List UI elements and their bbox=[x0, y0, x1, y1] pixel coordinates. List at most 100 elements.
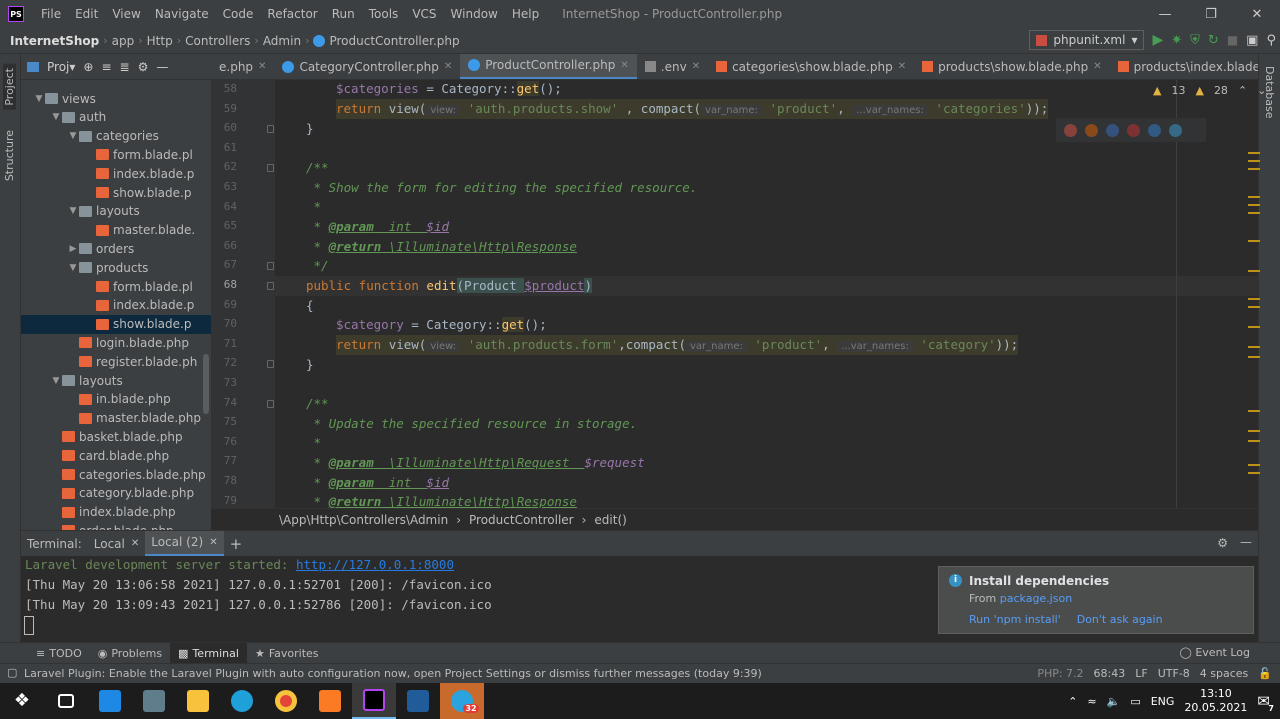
breadcrumb-method[interactable]: edit() bbox=[594, 513, 626, 527]
task-view-icon[interactable] bbox=[44, 683, 88, 719]
telegram-icon[interactable]: 32 bbox=[440, 683, 484, 719]
editor-tab[interactable]: .env ✕ bbox=[637, 54, 708, 79]
mail-icon[interactable] bbox=[88, 683, 132, 719]
chevron-down-icon[interactable]: ▼ bbox=[33, 94, 45, 104]
edge-browser-icon[interactable] bbox=[220, 683, 264, 719]
tree-file[interactable]: master.blade. bbox=[21, 221, 211, 240]
vscode-icon[interactable] bbox=[396, 683, 440, 719]
terminal-tab-local[interactable]: Local ✕ bbox=[88, 531, 146, 557]
close-tab-icon[interactable]: ✕ bbox=[1093, 61, 1101, 72]
indent-setting[interactable]: 4 spaces bbox=[1200, 667, 1249, 680]
expand-all-icon[interactable]: ≡ bbox=[101, 60, 111, 74]
chevron-down-icon[interactable]: ▼ bbox=[67, 263, 79, 273]
tree-folder[interactable]: ▼ products bbox=[21, 258, 211, 277]
file-encoding[interactable]: UTF-8 bbox=[1158, 667, 1190, 680]
wifi-icon[interactable]: ≈ bbox=[1087, 695, 1096, 708]
tree-folder[interactable]: ▼ auth bbox=[21, 108, 211, 127]
error-stripe-mark[interactable] bbox=[1248, 326, 1260, 328]
project-tool-button[interactable]: Project bbox=[3, 64, 16, 110]
editor-tab[interactable]: products\index.blade.php✕ bbox=[1110, 54, 1258, 79]
menu-edit[interactable]: Edit bbox=[68, 7, 105, 21]
terminal-button[interactable]: ▩ Terminal bbox=[170, 642, 247, 664]
tree-file[interactable]: index.blade.p bbox=[21, 164, 211, 183]
problems-button[interactable]: ◉ Problems bbox=[90, 643, 170, 664]
menu-tools[interactable]: Tools bbox=[362, 7, 406, 21]
tree-file[interactable]: show.blade.p bbox=[21, 314, 211, 334]
fold-toggle-icon[interactable] bbox=[267, 262, 274, 271]
tree-file[interactable]: category.blade.php bbox=[21, 484, 211, 503]
error-stripe-mark[interactable] bbox=[1248, 240, 1260, 242]
close-icon[interactable]: ✕ bbox=[131, 538, 139, 549]
debug-icon[interactable]: ✷ bbox=[1171, 33, 1182, 48]
package-json-link[interactable]: package.json bbox=[1000, 592, 1072, 605]
code-editor[interactable]: $categories = Category::get(); return vi… bbox=[275, 80, 1258, 508]
locate-icon[interactable]: ⊕ bbox=[83, 60, 93, 74]
editor-tab[interactable]: categories\show.blade.php ✕ bbox=[708, 54, 914, 79]
error-stripe-mark[interactable] bbox=[1248, 472, 1260, 474]
error-stripe-mark[interactable] bbox=[1248, 152, 1260, 154]
chrome-browser-icon[interactable] bbox=[264, 683, 308, 719]
firefox-icon[interactable] bbox=[1085, 123, 1098, 137]
menu-run[interactable]: Run bbox=[325, 7, 362, 21]
tree-folder[interactable]: ▼ views bbox=[21, 89, 211, 108]
tree-file[interactable]: card.blade.php bbox=[21, 446, 211, 465]
close-icon[interactable]: ✕ bbox=[209, 537, 217, 548]
project-scrollbar[interactable] bbox=[203, 354, 209, 414]
nav-crumb-admin[interactable]: Admin bbox=[259, 34, 305, 48]
menu-vcs[interactable]: VCS bbox=[405, 7, 443, 21]
tree-file[interactable]: in.blade.php bbox=[21, 390, 211, 409]
gear-icon[interactable]: ⚙ bbox=[138, 60, 149, 74]
menu-file[interactable]: File bbox=[34, 7, 68, 21]
tree-file[interactable]: order.blade.php bbox=[21, 521, 211, 530]
run-npm-install-link[interactable]: Run 'npm install' bbox=[969, 613, 1061, 626]
menu-code[interactable]: Code bbox=[216, 7, 261, 21]
menu-refactor[interactable]: Refactor bbox=[260, 7, 324, 21]
error-stripe-mark[interactable] bbox=[1248, 440, 1260, 442]
error-stripe-mark[interactable] bbox=[1248, 204, 1260, 206]
phpstorm-taskbar-icon[interactable] bbox=[352, 683, 396, 719]
nav-crumb-file[interactable]: ProductController.php bbox=[325, 34, 463, 48]
close-tab-icon[interactable]: ✕ bbox=[444, 61, 452, 72]
chevron-down-icon[interactable]: ▼ bbox=[50, 376, 62, 386]
dont-ask-again-link[interactable]: Don't ask again bbox=[1077, 613, 1163, 626]
server-url-link[interactable]: http://127.0.0.1:8000 bbox=[296, 557, 454, 572]
lock-icon[interactable]: 🔓 bbox=[1258, 667, 1272, 680]
safari-icon[interactable] bbox=[1106, 123, 1119, 137]
todo-button[interactable]: ≡ TODO bbox=[28, 643, 90, 664]
menu-help[interactable]: Help bbox=[505, 7, 546, 21]
stop-icon[interactable]: ■ bbox=[1227, 33, 1238, 47]
tree-file[interactable]: basket.blade.php bbox=[21, 427, 211, 446]
php-version[interactable]: PHP: 7.2 bbox=[1037, 667, 1083, 680]
fold-toggle-icon[interactable] bbox=[267, 164, 274, 173]
tree-file[interactable]: index.blade.p bbox=[21, 296, 211, 315]
tree-folder[interactable]: ▼ categories bbox=[21, 127, 211, 146]
gear-icon[interactable]: ⚙ bbox=[1217, 536, 1228, 550]
error-stripe-mark[interactable] bbox=[1248, 346, 1260, 348]
close-tab-icon[interactable]: ✕ bbox=[692, 61, 700, 72]
file-explorer-icon[interactable] bbox=[176, 683, 220, 719]
language-indicator[interactable]: ENG bbox=[1151, 695, 1175, 708]
nav-crumb-app[interactable]: app bbox=[108, 34, 139, 48]
project-view-select[interactable]: Proj▾ bbox=[47, 60, 75, 74]
status-message[interactable]: Laravel Plugin: Enable the Laravel Plugi… bbox=[24, 667, 762, 680]
error-stripe-mark[interactable] bbox=[1248, 270, 1260, 272]
error-stripe-mark[interactable] bbox=[1248, 160, 1260, 162]
event-log-button[interactable]: ◯ Event Log bbox=[1180, 646, 1250, 659]
tree-file[interactable]: show.blade.p bbox=[21, 183, 211, 202]
nav-crumb-project[interactable]: InternetShop bbox=[0, 34, 103, 48]
chevron-down-icon[interactable]: ▼ bbox=[50, 112, 62, 122]
coverage-icon[interactable]: ⛨ bbox=[1190, 33, 1200, 48]
new-terminal-plus-icon[interactable]: + bbox=[224, 531, 249, 557]
tree-file[interactable]: master.blade.php bbox=[21, 409, 211, 428]
error-stripe-mark[interactable] bbox=[1248, 430, 1260, 432]
caret-position[interactable]: 68:43 bbox=[1094, 667, 1126, 680]
tree-file[interactable]: categories.blade.php bbox=[21, 465, 211, 484]
tree-file[interactable]: register.blade.ph bbox=[21, 352, 211, 371]
opera-icon[interactable] bbox=[1127, 123, 1140, 137]
tree-file[interactable]: form.blade.pl bbox=[21, 277, 211, 296]
xampp-icon[interactable] bbox=[308, 683, 352, 719]
close-tab-icon[interactable]: ✕ bbox=[620, 60, 628, 71]
fold-toggle-icon[interactable] bbox=[267, 282, 274, 290]
line-separator[interactable]: LF bbox=[1135, 667, 1147, 680]
tree-file[interactable]: index.blade.php bbox=[21, 503, 211, 522]
